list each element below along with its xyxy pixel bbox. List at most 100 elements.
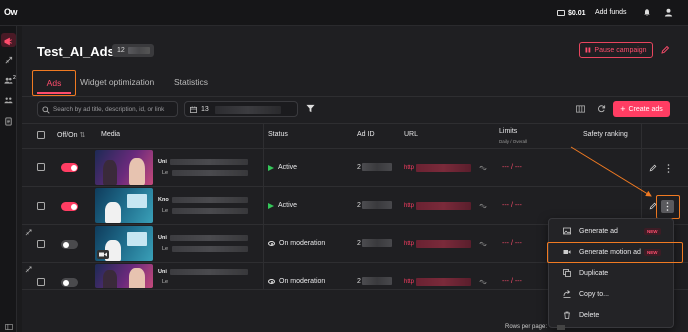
- header-url: URL: [404, 131, 419, 138]
- document-icon[interactable]: [4, 117, 13, 126]
- sort-icon[interactable]: ⇅: [79, 132, 85, 139]
- redacted-ad-id: [362, 201, 392, 209]
- status-text: Active: [278, 164, 298, 171]
- thumbnail-figure: [103, 160, 117, 185]
- redacted-ad-id: [362, 239, 392, 247]
- date-range-value: 13: [201, 105, 209, 113]
- link-icon[interactable]: [479, 279, 487, 285]
- video-badge-icon: [97, 250, 109, 259]
- row-checkbox[interactable]: [37, 202, 45, 210]
- tabs-divider: [22, 96, 688, 97]
- refresh-icon[interactable]: [597, 104, 606, 113]
- eye-icon: [268, 241, 275, 246]
- active-play-icon: [268, 202, 274, 209]
- pause-icon: [585, 47, 591, 53]
- row-checkbox[interactable]: [37, 240, 45, 248]
- ad-thumbnail[interactable]: [95, 264, 153, 288]
- ad-description: Le: [162, 279, 169, 285]
- calendar-icon: [190, 106, 197, 113]
- trash-icon: [564, 311, 570, 319]
- thumbnail-figure: [129, 268, 145, 288]
- header-media: Media: [101, 131, 121, 138]
- ad-thumbnail[interactable]: [95, 150, 153, 185]
- header-safety-ranking: Safety ranking: [583, 131, 628, 138]
- redacted-title: [170, 269, 248, 275]
- thumbnail-figure: [129, 158, 145, 185]
- rocket-icon[interactable]: [4, 56, 13, 65]
- bell-icon[interactable]: [643, 8, 651, 17]
- ad-thumbnail[interactable]: [95, 188, 153, 223]
- redacted-url: [416, 164, 471, 172]
- toggle-knob: [62, 241, 69, 248]
- tab-statistics[interactable]: Statistics: [174, 77, 208, 87]
- campaign-id-prefix: 12: [117, 47, 125, 54]
- redacted-description: [172, 208, 248, 214]
- more-options-button[interactable]: [661, 200, 674, 213]
- status-badge: Active: [268, 202, 297, 209]
- menu-item-duplicate[interactable]: Duplicate: [549, 263, 675, 283]
- menu-item-delete[interactable]: Delete: [549, 305, 675, 325]
- redacted-description: [172, 246, 248, 252]
- columns-icon[interactable]: [576, 105, 585, 113]
- ad-url[interactable]: http: [404, 165, 414, 171]
- status-badge: Active: [268, 164, 297, 171]
- ad-thumbnail[interactable]: [95, 226, 153, 261]
- redacted-url: [416, 278, 471, 286]
- date-range-picker[interactable]: 13: [184, 101, 298, 117]
- collapse-icon[interactable]: [5, 324, 13, 330]
- ad-url[interactable]: http: [404, 203, 414, 209]
- limits-value: --- / ---: [502, 240, 522, 247]
- video-camera-icon: [99, 252, 107, 257]
- toggle-knob: [70, 203, 77, 210]
- search-icon: [42, 106, 50, 114]
- wallet-icon: [557, 10, 565, 16]
- balance[interactable]: $0.01: [557, 6, 586, 20]
- sidebar-badge: 2: [13, 75, 16, 81]
- menu-item-copy-to[interactable]: Copy to...: [549, 284, 675, 304]
- users-icon[interactable]: [4, 76, 13, 85]
- limits-value: --- / ---: [502, 278, 522, 285]
- menu-item-label: Copy to...: [579, 290, 609, 298]
- link-icon[interactable]: [479, 203, 487, 209]
- link-icon[interactable]: [479, 165, 487, 171]
- link-icon[interactable]: [479, 241, 487, 247]
- select-all-checkbox[interactable]: [37, 131, 45, 139]
- tab-widget-optimization[interactable]: Widget optimization: [80, 77, 154, 87]
- pause-campaign-button[interactable]: Pause campaign: [579, 42, 653, 58]
- menu-item-generate-ad[interactable]: Generate ad NEW: [549, 221, 675, 241]
- ad-toggle[interactable]: [61, 202, 78, 211]
- row-checkbox[interactable]: [37, 163, 45, 171]
- status-text: On moderation: [279, 278, 326, 285]
- eye-icon: [268, 279, 275, 284]
- filter-icon[interactable]: [306, 104, 315, 113]
- ad-toggle[interactable]: [61, 240, 78, 249]
- redacted-title: [172, 197, 248, 203]
- edit-icon[interactable]: [649, 164, 657, 172]
- search-placeholder: Search by ad title, description, id, or …: [53, 105, 165, 113]
- app-logo[interactable]: Ow: [4, 7, 18, 17]
- header-onoff[interactable]: Off/On ⇅: [57, 131, 85, 139]
- top-bar: Ow $0.01 Add funds: [0, 0, 688, 26]
- search-input[interactable]: Search by ad title, description, id, or …: [37, 101, 178, 117]
- thumbnail-figure: [103, 270, 117, 288]
- menu-item-label: Delete: [579, 311, 600, 319]
- rocket-moderation-icon: [25, 229, 32, 236]
- rows-per-page-select[interactable]: [557, 325, 565, 330]
- pause-campaign-label: Pause campaign: [594, 46, 647, 54]
- megaphone-icon[interactable]: [4, 37, 13, 46]
- row-checkbox[interactable]: [37, 278, 45, 286]
- add-funds-link[interactable]: Add funds: [595, 9, 627, 16]
- user-icon[interactable]: [664, 8, 673, 17]
- edit-campaign-icon[interactable]: [660, 45, 670, 55]
- toggle-knob: [70, 164, 77, 171]
- copy-to-icon: [563, 290, 571, 298]
- create-ads-button[interactable]: + Create ads: [613, 101, 670, 117]
- more-options-icon[interactable]: [667, 164, 670, 173]
- ad-toggle[interactable]: [61, 163, 78, 172]
- ad-url[interactable]: http: [404, 279, 414, 285]
- ad-url[interactable]: http: [404, 241, 414, 247]
- ad-toggle[interactable]: [61, 278, 78, 287]
- audience-icon[interactable]: [4, 96, 13, 105]
- balance-amount: $0.01: [568, 9, 586, 17]
- rocket-moderation-icon: [25, 266, 32, 273]
